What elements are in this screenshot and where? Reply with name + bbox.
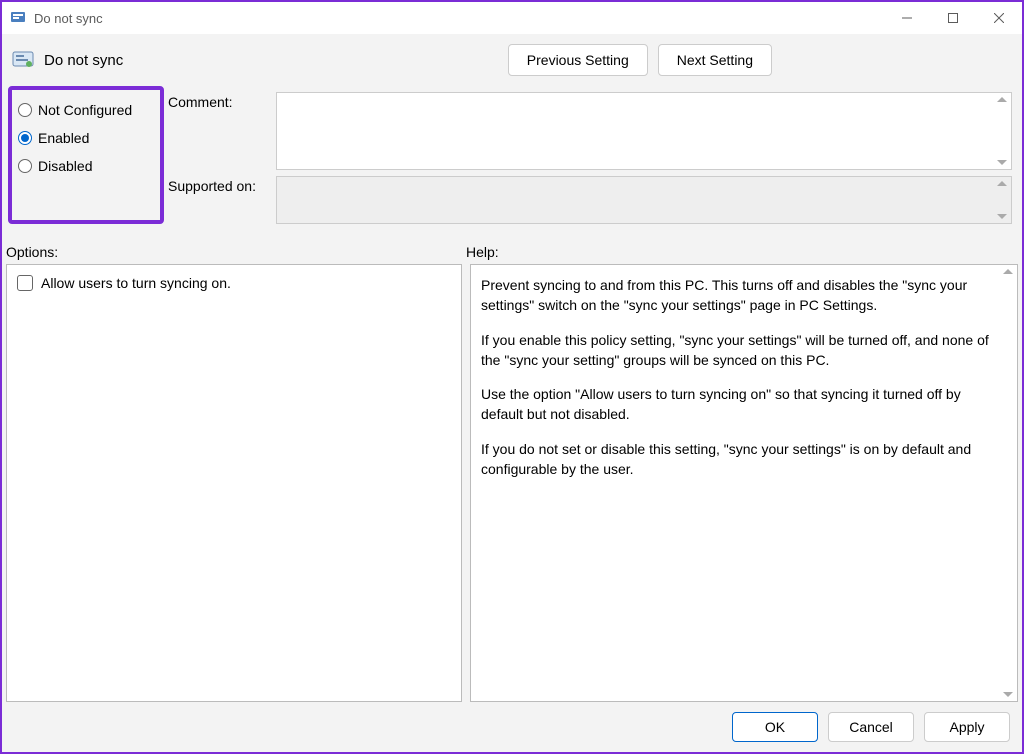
policy-app-icon	[10, 10, 26, 26]
help-section-label: Help:	[466, 244, 1012, 260]
previous-setting-button[interactable]: Previous Setting	[508, 44, 648, 76]
radio-icon	[18, 131, 32, 145]
footer: OK Cancel Apply	[2, 702, 1022, 752]
scroll-down-icon[interactable]	[997, 214, 1007, 219]
allow-sync-checkbox-row[interactable]: Allow users to turn syncing on.	[17, 275, 451, 291]
scroll-down-icon[interactable]	[1003, 692, 1013, 697]
supported-label: Supported on:	[168, 176, 268, 194]
allow-sync-label: Allow users to turn syncing on.	[41, 275, 231, 291]
dialog-window: Do not sync Do not sync Previous Setting…	[0, 0, 1024, 754]
radio-label: Not Configured	[38, 102, 132, 118]
help-paragraph: If you enable this policy setting, "sync…	[481, 330, 997, 371]
window-title: Do not sync	[34, 11, 884, 26]
radio-icon	[18, 103, 32, 117]
config-row: Not Configured Enabled Disabled Comment:	[2, 84, 1022, 224]
radio-disabled[interactable]: Disabled	[18, 152, 150, 180]
options-section-label: Options:	[6, 244, 466, 260]
comment-input[interactable]	[276, 92, 1012, 170]
radio-label: Enabled	[38, 130, 89, 146]
help-paragraph: If you do not set or disable this settin…	[481, 439, 997, 480]
ok-button[interactable]: OK	[732, 712, 818, 742]
options-panel: Allow users to turn syncing on.	[6, 264, 462, 702]
supported-field-row: Supported on:	[168, 176, 1012, 224]
window-controls	[884, 2, 1022, 34]
minimize-button[interactable]	[884, 2, 930, 34]
help-panel: Prevent syncing to and from this PC. Thi…	[470, 264, 1018, 702]
next-setting-button[interactable]: Next Setting	[658, 44, 772, 76]
panels-row: Allow users to turn syncing on. Prevent …	[2, 264, 1022, 702]
comment-field-row: Comment:	[168, 92, 1012, 170]
scroll-down-icon[interactable]	[997, 160, 1007, 165]
comment-label: Comment:	[168, 92, 268, 110]
maximize-button[interactable]	[930, 2, 976, 34]
scroll-up-icon[interactable]	[1003, 269, 1013, 274]
radio-not-configured[interactable]: Not Configured	[18, 96, 150, 124]
titlebar: Do not sync	[2, 2, 1022, 34]
cancel-button[interactable]: Cancel	[828, 712, 914, 742]
section-labels: Options: Help:	[2, 224, 1022, 264]
header-row: Do not sync Previous Setting Next Settin…	[2, 34, 1022, 84]
state-radio-group: Not Configured Enabled Disabled	[8, 86, 164, 224]
right-fields: Comment: Supported on:	[168, 86, 1012, 224]
scroll-up-icon[interactable]	[997, 97, 1007, 102]
supported-on-box	[276, 176, 1012, 224]
policy-setting-icon	[12, 49, 34, 71]
radio-label: Disabled	[38, 158, 92, 174]
apply-button[interactable]: Apply	[924, 712, 1010, 742]
close-button[interactable]	[976, 2, 1022, 34]
scroll-up-icon[interactable]	[997, 181, 1007, 186]
help-paragraph: Prevent syncing to and from this PC. Thi…	[481, 275, 997, 316]
radio-enabled[interactable]: Enabled	[18, 124, 150, 152]
policy-name: Do not sync	[44, 52, 508, 69]
help-paragraph: Use the option "Allow users to turn sync…	[481, 384, 997, 425]
checkbox-icon	[17, 275, 33, 291]
nav-buttons: Previous Setting Next Setting	[508, 44, 772, 76]
radio-icon	[18, 159, 32, 173]
